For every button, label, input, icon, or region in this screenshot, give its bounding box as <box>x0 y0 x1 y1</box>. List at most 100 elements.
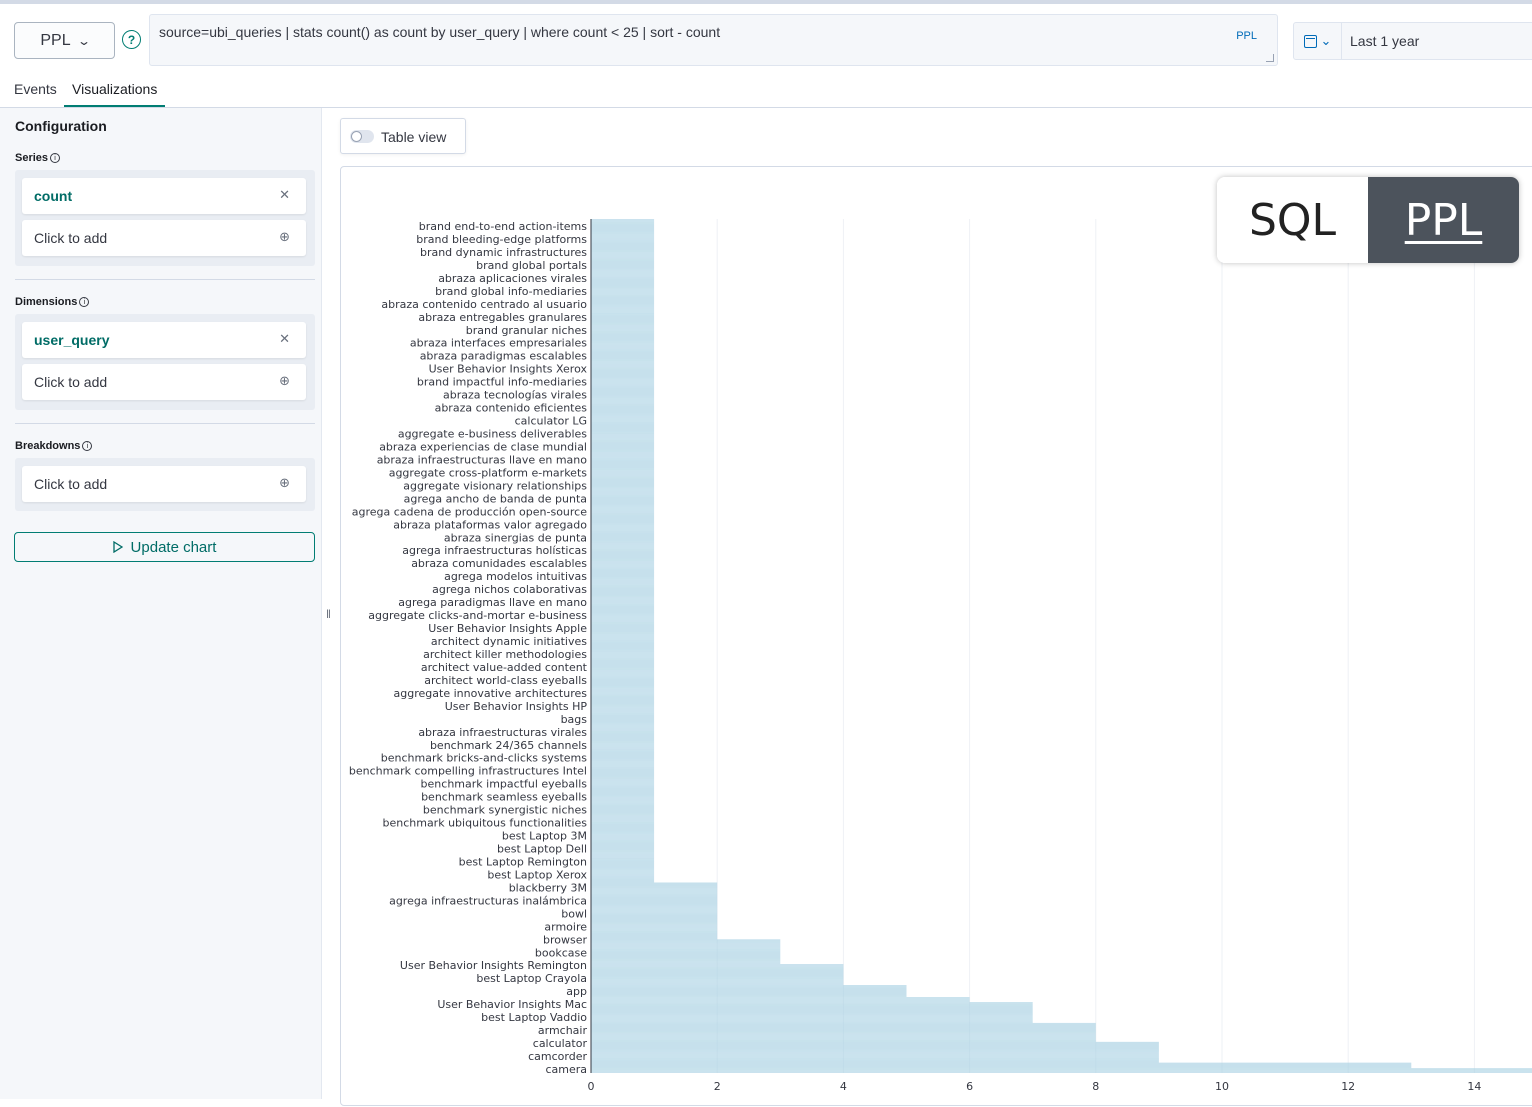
bar[interactable] <box>591 758 655 760</box>
bar[interactable] <box>591 594 655 596</box>
bar[interactable] <box>591 981 844 982</box>
bar[interactable] <box>591 928 718 929</box>
bar[interactable] <box>591 299 655 301</box>
bar[interactable] <box>591 462 655 464</box>
bar[interactable] <box>591 338 655 340</box>
bar[interactable] <box>591 829 655 831</box>
bar[interactable] <box>591 222 655 223</box>
bar[interactable] <box>591 958 781 960</box>
bar[interactable] <box>591 586 655 588</box>
bar[interactable] <box>591 615 655 616</box>
bar[interactable] <box>591 603 655 605</box>
bar[interactable] <box>591 1018 1033 1019</box>
bar[interactable] <box>591 595 655 597</box>
bar[interactable] <box>591 562 655 563</box>
bar[interactable] <box>591 856 655 857</box>
bar[interactable] <box>591 628 655 630</box>
bar[interactable] <box>591 1039 1096 1040</box>
bar[interactable] <box>591 940 781 942</box>
bar[interactable] <box>591 454 655 455</box>
bar[interactable] <box>591 403 655 404</box>
bar[interactable] <box>591 763 655 764</box>
bar[interactable] <box>591 1011 1033 1013</box>
bar[interactable] <box>591 379 655 380</box>
bar[interactable] <box>591 626 655 628</box>
bar[interactable] <box>591 231 655 233</box>
bar[interactable] <box>591 973 844 975</box>
bar[interactable] <box>591 439 655 440</box>
bar[interactable] <box>591 941 781 943</box>
bar[interactable] <box>591 1005 1033 1007</box>
bar[interactable] <box>591 448 655 450</box>
bar[interactable] <box>591 334 655 336</box>
bar[interactable] <box>591 719 655 721</box>
bar[interactable] <box>591 1048 1159 1050</box>
bar[interactable] <box>591 794 655 796</box>
bar[interactable] <box>591 591 655 593</box>
bar[interactable] <box>591 821 655 823</box>
bar[interactable] <box>591 997 970 998</box>
bar[interactable] <box>591 428 655 430</box>
bar[interactable] <box>591 304 655 306</box>
bar[interactable] <box>591 840 655 841</box>
bar[interactable] <box>591 456 655 457</box>
bar[interactable] <box>591 336 655 338</box>
bar[interactable] <box>591 453 655 454</box>
bar[interactable] <box>591 512 655 513</box>
bar[interactable] <box>591 1064 1412 1066</box>
bar[interactable] <box>591 643 655 645</box>
table-view-switch[interactable] <box>350 130 374 143</box>
bar[interactable] <box>591 1004 1033 1006</box>
bar[interactable] <box>591 968 844 970</box>
bar[interactable] <box>591 273 655 274</box>
bar[interactable] <box>591 405 655 407</box>
bar[interactable] <box>591 1037 1096 1038</box>
info-icon[interactable]: i <box>82 441 93 451</box>
bar[interactable] <box>591 345 655 346</box>
bar[interactable] <box>591 396 655 398</box>
bar[interactable] <box>591 279 655 281</box>
bar[interactable] <box>591 976 844 978</box>
bar[interactable] <box>591 654 655 655</box>
bar[interactable] <box>591 230 655 232</box>
bar[interactable] <box>591 838 655 839</box>
bar[interactable] <box>591 261 655 263</box>
bar[interactable] <box>591 298 655 300</box>
bar[interactable] <box>591 842 655 844</box>
bar[interactable] <box>591 356 655 358</box>
bar[interactable] <box>591 830 655 832</box>
bar[interactable] <box>591 574 655 576</box>
bar[interactable] <box>591 713 655 715</box>
bar[interactable] <box>591 315 655 317</box>
bar[interactable] <box>591 912 718 914</box>
bar[interactable] <box>591 246 655 248</box>
bar[interactable] <box>591 738 655 740</box>
bar[interactable] <box>591 227 655 229</box>
bar[interactable] <box>591 592 655 594</box>
bar[interactable] <box>591 327 655 328</box>
close-icon[interactable]: ✕ <box>279 187 290 203</box>
bar[interactable] <box>591 663 655 665</box>
bar[interactable] <box>591 434 655 435</box>
bar[interactable] <box>591 361 655 362</box>
bar[interactable] <box>591 612 655 614</box>
bar[interactable] <box>591 772 655 774</box>
bar[interactable] <box>591 589 655 591</box>
bar[interactable] <box>591 431 655 433</box>
bar[interactable] <box>591 264 655 266</box>
bar[interactable] <box>591 521 655 523</box>
bar[interactable] <box>591 228 655 230</box>
bar[interactable] <box>591 801 655 802</box>
bar[interactable] <box>591 375 655 377</box>
bar[interactable] <box>591 995 907 997</box>
close-icon[interactable]: ✕ <box>279 331 290 347</box>
bar[interactable] <box>591 675 655 676</box>
bar[interactable] <box>591 791 655 793</box>
bar[interactable] <box>591 256 655 257</box>
bar[interactable] <box>591 950 781 952</box>
bar[interactable] <box>591 597 655 598</box>
bar[interactable] <box>591 450 655 452</box>
bar[interactable] <box>591 631 655 633</box>
bar[interactable] <box>591 263 655 265</box>
bar[interactable] <box>591 267 655 269</box>
